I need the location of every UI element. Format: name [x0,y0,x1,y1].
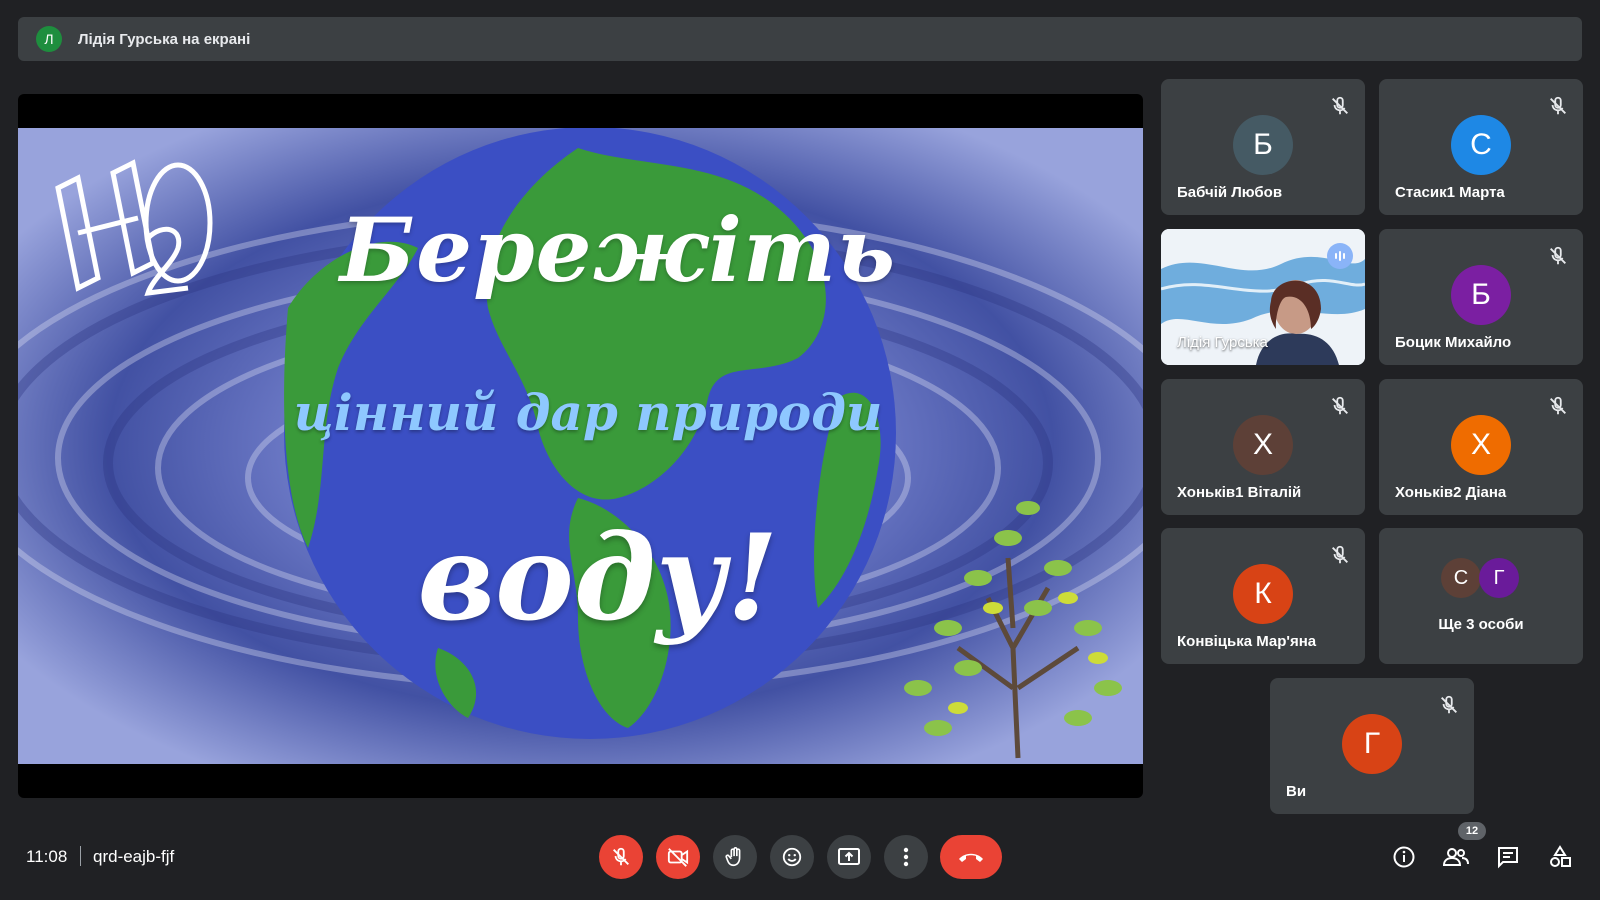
meeting-details-button[interactable] [1390,843,1418,871]
chat-icon [1498,847,1518,869]
present-screen-icon [838,848,860,865]
chat-button[interactable] [1494,843,1522,871]
participant-tile[interactable]: Б Бабчій Любов [1161,79,1365,215]
meeting-time: 11:08 [26,847,68,866]
mic-off-icon [1332,545,1348,564]
participant-name: Бабчій Любов [1177,184,1283,201]
divider [80,846,81,866]
participant-tile[interactable]: Б Боцик Михайло [1379,229,1583,365]
speaking-indicator-icon [1327,243,1353,269]
mic-off-icon [1332,396,1348,415]
avatar: К [1233,564,1293,624]
presenting-banner: Л Лідія Гурська на екрані [18,17,1582,61]
avatar: Б [1451,265,1511,325]
mic-toggle-button[interactable] [599,835,643,879]
participant-name: Лідія Гурська [1177,334,1268,351]
presenting-banner-text: Лідія Гурська на екрані [78,30,251,48]
participant-name: Стасик1 Марта [1395,184,1505,201]
raise-hand-button[interactable] [713,835,757,879]
avatar: Х [1451,415,1511,475]
more-options-button[interactable] [884,835,928,879]
slide-line-2: цінний дар природи [293,383,883,442]
avatar: С [1451,115,1511,175]
mic-off-icon [1550,246,1566,265]
more-participants-label: Ще 3 особи [1438,616,1524,633]
emoji-reactions-button[interactable] [770,835,814,879]
raise-hand-icon [725,847,741,867]
more-participants-tile[interactable]: С Г Ще 3 особи [1379,528,1583,664]
camera-toggle-button[interactable] [656,835,700,879]
videocam-off-icon [667,848,689,867]
participant-tile[interactable]: Х Хоньків2 Діана [1379,379,1583,515]
participant-name: Конвіцька Мар'яна [1177,633,1317,650]
slide-line-1: Бережіть [339,198,897,302]
emoji-icon [782,847,802,867]
activities-button[interactable] [1546,843,1574,871]
call-end-icon [959,853,983,862]
avatar: Б [1233,115,1293,175]
people-icon [1442,848,1469,866]
slide-line-3: воду! [417,508,779,647]
people-button[interactable] [1442,843,1470,871]
mic-off-icon [1441,695,1457,714]
participant-tile[interactable]: С Стасик1 Марта [1379,79,1583,215]
info-icon [1393,846,1415,868]
avatar: С [1441,558,1481,598]
participant-tile[interactable]: К Конвіцька Мар'яна [1161,528,1365,664]
shared-slide: Бережіть цінний дар природи воду! [18,128,1143,764]
avatar: Г [1342,714,1402,774]
more-vert-icon [903,847,909,867]
mic-off-icon [1550,396,1566,415]
self-tile[interactable]: Г Ви [1270,678,1474,814]
mic-off-icon [1332,96,1348,115]
participant-name: Хоньків1 Віталій [1177,484,1302,501]
mic-off-icon [613,847,629,866]
people-count-badge: 12 [1458,822,1486,840]
presenter-avatar: Л [36,26,62,52]
leave-call-button[interactable] [940,835,1002,879]
mic-off-icon [1550,96,1566,115]
participant-tile[interactable]: Х Хоньків1 Віталій [1161,379,1365,515]
avatar: Г [1479,558,1519,598]
participant-name: Хоньків2 Діана [1395,484,1507,501]
participant-name: Ви [1286,783,1307,800]
participant-tile-video[interactable]: Лідія Гурська [1161,229,1365,365]
activities-icon [1550,845,1571,867]
present-screen-button[interactable] [827,835,871,879]
avatar: Х [1233,415,1293,475]
presentation-stage[interactable]: Бережіть цінний дар природи воду! [18,94,1143,798]
participant-name: Боцик Михайло [1395,334,1512,351]
meeting-code: qrd-eajb-fjf [93,847,175,866]
